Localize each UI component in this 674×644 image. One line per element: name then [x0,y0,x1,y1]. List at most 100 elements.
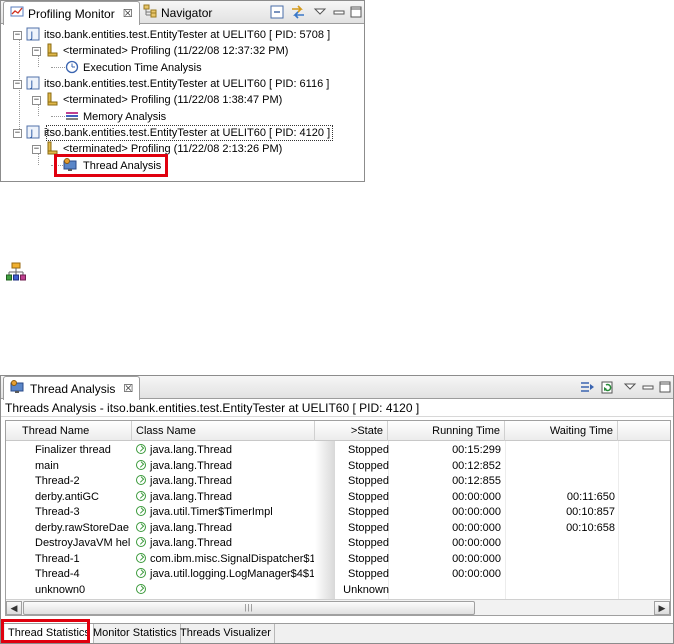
waiting-time-cell [506,474,615,489]
thread-name-cell: DestroyJavaVM help [35,537,131,549]
scroll-left-button[interactable]: ◀ [6,601,22,615]
thread-state-icon [136,583,146,594]
tab-threads-visualizer[interactable]: Threads Visualizer [177,624,275,643]
tree-item-analysis[interactable]: Memory Analysis [65,109,166,125]
thread-state-icon [136,552,146,563]
state-cell: Stopped [348,444,389,456]
table-row[interactable]: unknown0 Unknown [6,583,670,599]
highlight-thread-statistics [1,619,90,643]
table-row[interactable]: Finalizer thread java.lang.Thread Stopped 0… [6,443,670,459]
memory-analysis-icon [65,109,79,126]
class-name-cell: java.lang.Thread [136,521,314,536]
table-row[interactable]: derby.rawStoreDae java.lang.Thread Stopped… [6,521,670,537]
tree-item-agent[interactable]: − <terminated> Profiling (11/22/08 12:37… [32,43,288,59]
thread-analysis-icon [10,380,26,397]
link-with-editor-icon[interactable] [290,4,306,20]
column-header-waiting-time[interactable]: Waiting Time [505,421,618,441]
state-cell: Stopped [348,490,389,503]
horizontal-scrollbar[interactable]: ◀ ||| ▶ [6,599,670,615]
execution-time-icon [65,60,79,77]
collapse-icon[interactable]: − [32,46,41,56]
minimize-icon[interactable] [640,379,656,395]
thread-name-cell: main [35,459,59,472]
tab-label: Thread Analysis [30,381,116,396]
collapse-all-icon[interactable] [269,4,285,20]
thread-name-cell: Thread-2 [35,475,80,487]
scroll-right-button[interactable]: ▶ [654,601,670,615]
collapse-icon[interactable]: − [13,79,22,89]
column-header-class-name[interactable]: Class Name [132,421,315,441]
waiting-time-cell: 00:10:658 [566,521,615,534]
waiting-time-cell: 00:11:650 [566,490,615,503]
navigator-icon [143,4,157,21]
thread-name-cell: Thread-4 [35,568,80,580]
thread-statistics-table: Thread Name Class Name >State Running Ti… [5,420,671,616]
tab-label: Navigator [161,5,213,20]
class-name-text: java.lang.Thread [150,521,232,534]
tree-item-label: <terminated> Profiling (11/22/08 12:37:3… [63,45,289,57]
table-row[interactable]: main java.lang.Thread Stopped 00:12:852 [6,459,670,475]
view-menu-icon[interactable] [312,4,328,20]
running-time-cell: 00:12:852 [452,459,501,472]
tab-monitor-statistics[interactable]: Monitor Statistics [90,624,181,643]
thread-state-icon [136,537,146,547]
collapse-icon[interactable]: − [13,30,22,40]
class-name-text: java.lang.Thread [150,475,232,487]
tab-navigator[interactable]: Navigator [137,1,218,24]
profiling-monitor-view: Profiling Monitor ☒ Navigator − J itso.b… [0,0,365,182]
class-name-cell: java.lang.Thread [136,443,314,458]
tab-label: Profiling Monitor [28,6,115,21]
maximize-icon[interactable] [657,379,673,395]
maximize-icon[interactable] [348,4,364,20]
close-icon[interactable]: ☒ [123,7,133,20]
column-header-thread-name[interactable]: Thread Name [6,421,132,441]
tree-item-label: itso.bank.entities.test.EntityTester at … [44,29,331,41]
column-header-state[interactable]: >State [315,421,388,441]
collapse-icon[interactable]: − [32,144,41,154]
tree-item-label: <terminated> Profiling (11/22/08 1:38:47… [63,94,283,106]
running-time-cell: 00:00:000 [452,537,501,549]
refresh-icon[interactable] [600,379,616,395]
class-name-text: java.util.logging.LogManager$4$1 [150,568,314,580]
collapse-icon[interactable]: − [32,95,41,105]
class-name-cell: java.lang.Thread [136,459,314,474]
collapse-icon[interactable]: − [13,128,22,138]
waiting-time-cell [506,583,615,598]
column-header-running-time[interactable]: Running Time [388,421,505,441]
running-time-cell: 00:15:299 [452,444,501,456]
table-row[interactable]: Thread-2 java.lang.Thread Stopped 00:12:855 [6,474,670,490]
running-time-cell: 00:00:000 [452,552,501,565]
waiting-time-cell [506,567,615,582]
view-menu-icon[interactable] [622,379,638,395]
thread-state-icon [136,506,146,516]
tab-profiling-monitor[interactable]: Profiling Monitor ☒ [3,1,140,25]
state-cell: Stopped [348,537,389,549]
tree-item-analysis[interactable]: Execution Time Analysis [65,60,202,76]
sort-columns-icon[interactable] [579,379,595,395]
tab-thread-analysis[interactable]: Thread Analysis ☒ [3,376,141,400]
table-row[interactable]: DestroyJavaVM help java.lang.Thread Stoppe… [6,536,670,552]
scroll-thumb[interactable]: ||| [23,601,475,615]
thread-state-icon [136,459,146,470]
state-cell: Stopped [348,459,389,472]
svg-text:J: J [30,31,34,41]
table-row[interactable]: derby.antiGC java.lang.Thread Stopped 00:00… [6,490,670,506]
waiting-time-cell [506,459,615,474]
running-time-cell: 00:00:000 [452,490,501,503]
tree-item-process[interactable]: − J itso.bank.entities.test.EntityTester… [13,27,330,43]
profiling-monitor-icon [10,5,24,22]
minimize-icon[interactable] [331,4,347,20]
table-row[interactable]: Thread-4 java.util.logging.LogManager$4$1… [6,567,670,583]
class-name-text: java.lang.Thread [150,444,232,456]
running-time-cell: 00:00:000 [452,521,501,534]
tree-item-process[interactable]: − J itso.bank.entities.test.EntityTester… [13,76,329,92]
table-row[interactable]: Thread-1 com.ibm.misc.SignalDispatcher$1 S… [6,552,670,568]
thread-name-cell: Finalizer thread [35,444,111,456]
state-cell: Stopped [348,552,389,565]
thread-name-cell: Thread-3 [35,506,80,518]
running-time-cell [390,583,501,598]
table-row[interactable]: Thread-3 java.util.Timer$TimerImpl Stopped… [6,505,670,521]
close-icon[interactable]: ☒ [123,382,133,395]
tree-item-agent[interactable]: − <terminated> Profiling (11/22/08 1:38:… [32,92,282,108]
thread-state-icon [136,444,146,454]
